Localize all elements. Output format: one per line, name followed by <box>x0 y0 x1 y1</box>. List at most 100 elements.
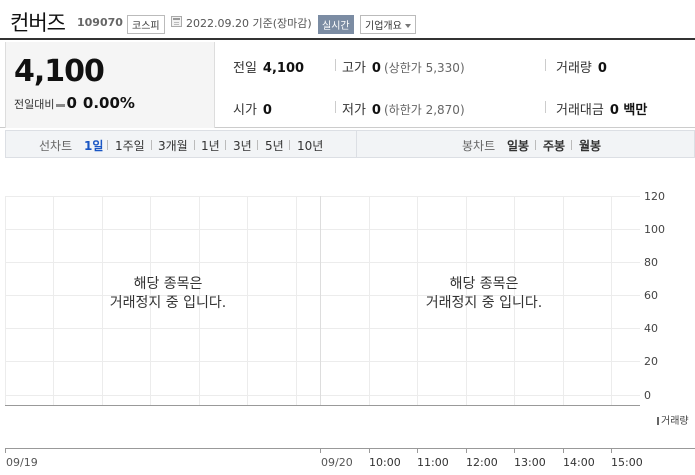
chart-baseline <box>5 405 640 406</box>
volume-cell: 거래량 0 <box>556 57 607 76</box>
calendar-icon <box>171 16 182 27</box>
x-tick-label: 11:00 <box>417 456 449 469</box>
divider <box>194 140 195 150</box>
notice-line: 거래정지 중 입니다. <box>109 295 227 311</box>
open-value: 0 <box>262 103 272 118</box>
grid-line <box>5 395 640 396</box>
grid-line <box>5 196 6 406</box>
base-date: 2022.09.20 기준(장마감) <box>186 17 312 30</box>
divider <box>289 140 290 150</box>
y-tick-label: 60 <box>644 289 658 302</box>
tab-period-10y[interactable]: 10년 <box>297 137 323 154</box>
flat-change-icon <box>56 103 66 107</box>
high-label: 고가 <box>342 61 366 76</box>
low-cell: 저가 0 (하한가 2,870) <box>342 99 465 118</box>
grid-line <box>5 328 640 329</box>
current-price: 4,100 <box>14 54 105 89</box>
tab-candle-daily[interactable]: 일봉 <box>507 137 529 154</box>
x-tick <box>320 448 321 453</box>
tab-period-3m[interactable]: 3개월 <box>158 137 188 154</box>
tab-candle-monthly[interactable]: 월봉 <box>579 137 601 154</box>
y-tick-label: 80 <box>644 256 658 269</box>
x-tick <box>563 448 564 453</box>
lower-limit: (하한가 2,870) <box>383 103 465 117</box>
x-tick <box>5 448 6 453</box>
change-rate: 0.00% <box>82 94 135 112</box>
y-tick-label: 120 <box>644 190 665 203</box>
realtime-button[interactable]: 실시간 <box>318 15 354 34</box>
prev-close-value: 4,100 <box>262 61 305 76</box>
company-info-button[interactable]: 기업개요 <box>360 15 416 34</box>
x-tick <box>466 448 467 453</box>
divider <box>545 101 546 113</box>
divider <box>151 140 152 150</box>
x-tick-label: 14:00 <box>563 456 595 469</box>
notice-line: 거래정지 중 입니다. <box>425 295 543 311</box>
change-row: 전일대비 0 0.00% <box>14 94 135 112</box>
grid-line <box>5 262 640 263</box>
stock-code: 109070 <box>77 16 123 29</box>
trading-halt-notice-right: 해당 종목은 거래정지 중 입니다. <box>384 275 584 313</box>
amount-cell: 거래대금 0 백만 <box>556 99 647 118</box>
stock-header: 컨버즈 109070 코스피 2022.09.20 기준(장마감) 실시간 기업… <box>0 0 695 40</box>
y-tick-label: 0 <box>644 389 651 402</box>
chevron-down-icon <box>404 24 411 28</box>
high-value: 0 <box>371 61 381 76</box>
x-tick <box>369 448 370 453</box>
volume-label: 거래량 <box>556 61 592 76</box>
grid-line <box>369 196 370 406</box>
y-tick-label: 100 <box>644 223 665 236</box>
divider <box>225 140 226 150</box>
volume-legend-label: 거래량 <box>661 416 689 427</box>
tab-period-1w[interactable]: 1주일 <box>115 137 145 154</box>
candle-chart-label: 봉차트 <box>462 139 496 153</box>
x-tick-label: 09/20 <box>321 456 353 469</box>
open-label: 시가 <box>233 103 257 118</box>
grid-line <box>296 196 297 406</box>
tab-period-5y[interactable]: 5년 <box>265 137 284 154</box>
x-tick <box>611 448 612 453</box>
low-label: 저가 <box>342 103 366 118</box>
divider <box>257 140 258 150</box>
y-tick-label: 20 <box>644 355 658 368</box>
notice-line: 해당 종목은 <box>449 276 519 292</box>
divider <box>335 101 336 113</box>
market-badge: 코스피 <box>127 15 165 34</box>
current-price-box: 4,100 전일대비 0 0.00% <box>5 42 215 128</box>
price-summary: 4,100 전일대비 0 0.00% 전일 4,100 고가 0 (상한가 5,330) … <box>0 42 695 128</box>
grid-line <box>53 196 54 406</box>
chart-period-tabs: 선차트 1일 1주일 3개월 1년 3년 5년 10년 봉차트 일봉 주봉 월봉 <box>5 130 695 158</box>
grid-line <box>5 196 640 197</box>
tab-period-1y[interactable]: 1년 <box>201 137 220 154</box>
divider <box>571 140 572 150</box>
x-tick <box>514 448 515 453</box>
amount-label: 거래대금 <box>556 103 604 118</box>
x-tick <box>417 448 418 453</box>
company-info-label: 기업개요 <box>365 21 402 32</box>
divider <box>356 131 357 157</box>
divider <box>335 59 336 71</box>
high-cell: 고가 0 (상한가 5,330) <box>342 57 465 76</box>
divider <box>107 140 108 150</box>
upper-limit: (상한가 5,330) <box>383 61 465 75</box>
trading-halt-notice-left: 해당 종목은 거래정지 중 입니다. <box>68 275 268 313</box>
tab-period-1d[interactable]: 1일 <box>84 137 103 154</box>
x-tick-label: 09/19 <box>6 456 38 469</box>
tab-candle-weekly[interactable]: 주봉 <box>543 137 565 154</box>
tab-period-3y[interactable]: 3년 <box>233 137 252 154</box>
notice-line: 해당 종목은 <box>133 276 203 292</box>
prev-close-label: 전일 <box>233 61 257 76</box>
amount-value: 0 백만 <box>609 103 648 118</box>
volume-legend: 거래량 <box>657 412 689 427</box>
y-tick-label: 40 <box>644 322 658 335</box>
day-divider <box>320 196 321 406</box>
change-value: 0 <box>66 94 77 112</box>
x-tick-label: 15:00 <box>611 456 643 469</box>
volume-value: 0 <box>597 61 607 76</box>
prev-close-cell: 전일 4,100 <box>233 57 304 76</box>
change-label: 전일대비 <box>14 98 55 111</box>
divider <box>535 140 536 150</box>
x-tick-label: 12:00 <box>466 456 498 469</box>
grid-line <box>611 196 612 406</box>
x-tick-label: 10:00 <box>369 456 401 469</box>
